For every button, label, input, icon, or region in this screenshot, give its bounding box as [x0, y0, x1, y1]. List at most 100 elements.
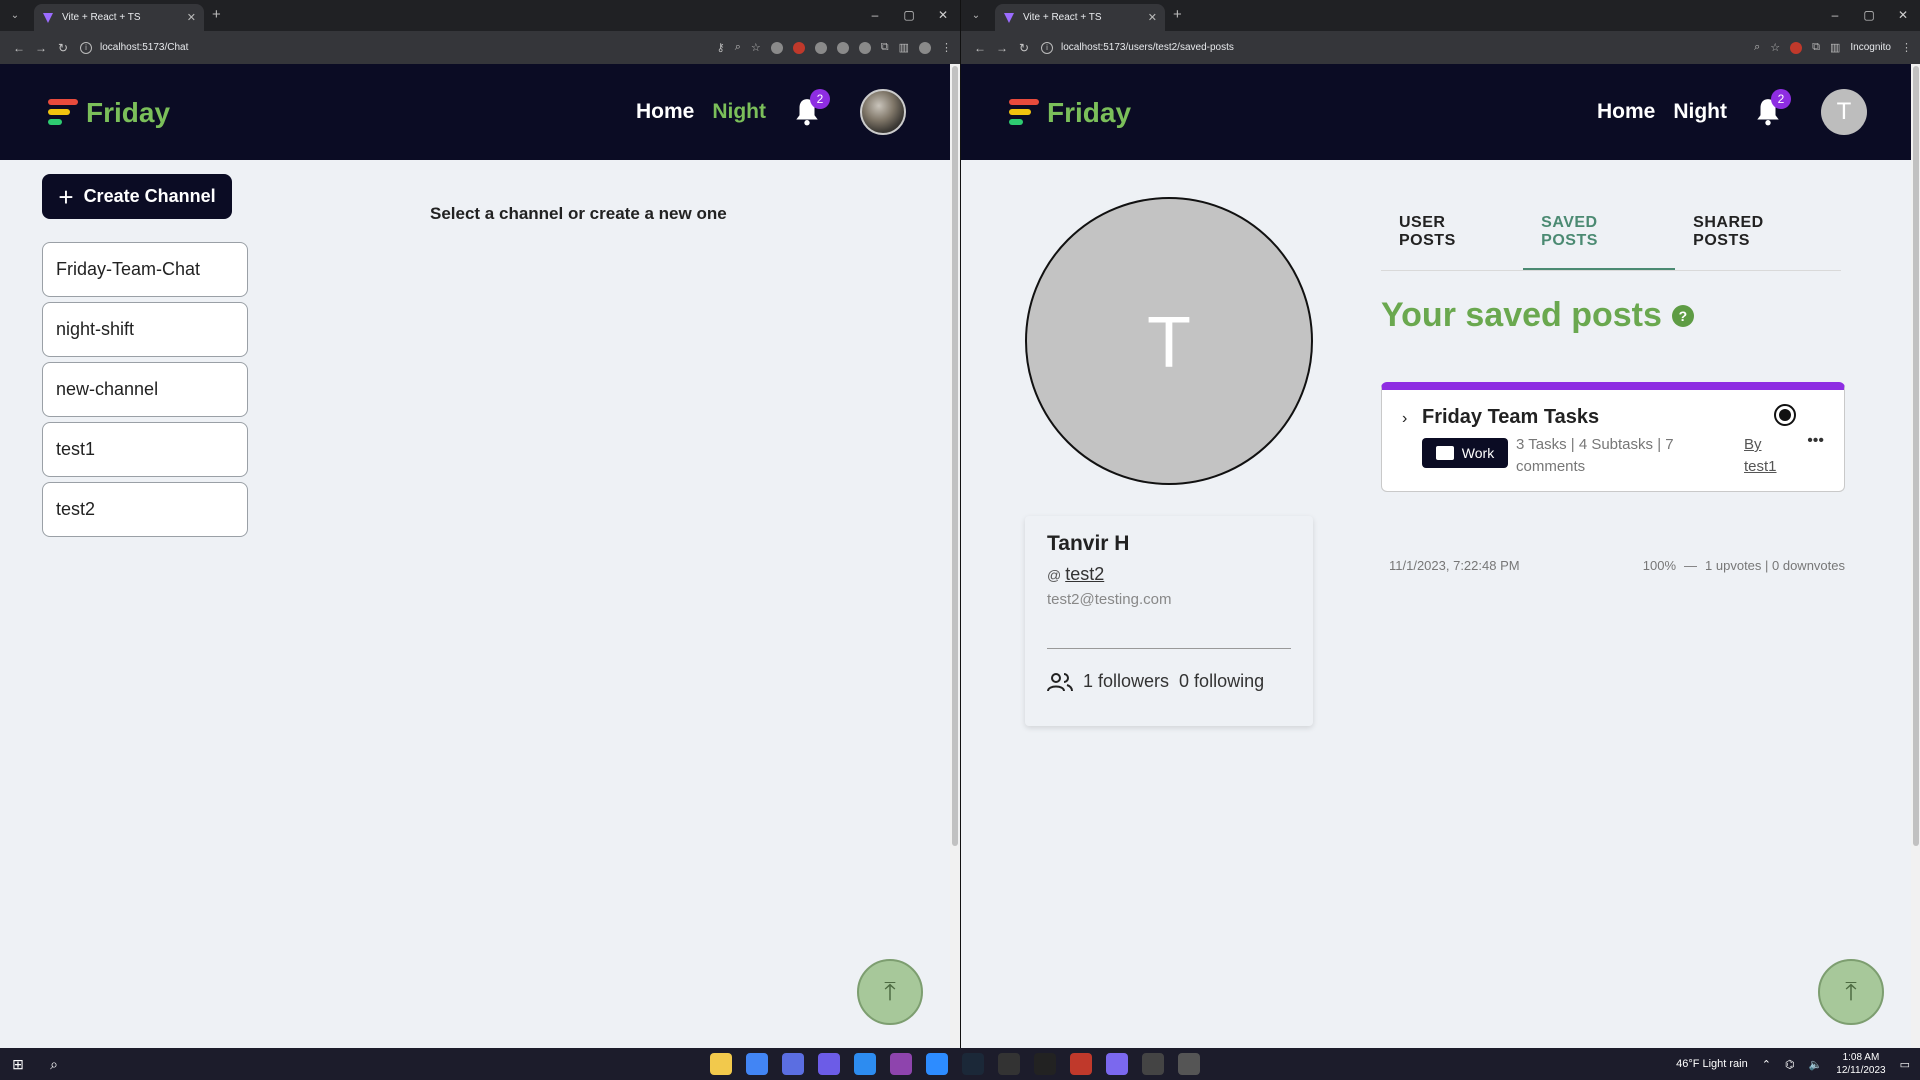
profile-name: Tanvir H	[1047, 532, 1130, 555]
address-bar[interactable]: i localhost:5173/users/test2/saved-posts	[1041, 36, 1621, 60]
extensions-puzzle-icon[interactable]: ⧉	[1812, 41, 1820, 54]
username-link[interactable]: test2	[1065, 564, 1104, 584]
close-window-icon[interactable]: ✕	[1886, 0, 1920, 31]
nav-night-link[interactable]: Night	[1673, 100, 1727, 124]
extension-icon[interactable]	[814, 41, 827, 54]
vertical-scrollbar[interactable]	[1911, 64, 1920, 1048]
tab-close-icon[interactable]: ✕	[1148, 11, 1157, 24]
followers-count[interactable]: 1 followers	[1083, 671, 1169, 692]
windows-start-icon[interactable]: ⊞	[0, 1056, 36, 1073]
weather-widget[interactable]: 46°F Light rain	[1676, 1058, 1748, 1070]
channel-item[interactable]: night-shift	[42, 302, 248, 357]
logo[interactable]: Friday	[48, 97, 170, 129]
notification-bell[interactable]: 2	[794, 89, 830, 127]
extension-icon[interactable]	[792, 41, 805, 54]
tab-shared-posts[interactable]: SHARED POSTS	[1675, 194, 1841, 270]
bookmark-star-icon[interactable]: ☆	[1770, 41, 1780, 54]
network-icon[interactable]: ⌬	[1785, 1058, 1795, 1071]
app-icon[interactable]	[818, 1053, 840, 1075]
help-icon[interactable]: ?	[1671, 304, 1694, 327]
scroll-to-top-button[interactable]: ⤒	[857, 959, 923, 1025]
tab-close-icon[interactable]: ✕	[187, 11, 196, 24]
channel-item[interactable]: Friday-Team-Chat	[42, 242, 248, 297]
site-info-icon[interactable]: i	[80, 41, 92, 54]
browser-tab[interactable]: Vite + React + TS ✕	[34, 4, 204, 31]
store-icon[interactable]	[782, 1053, 804, 1075]
incognito-indicator[interactable]: Incognito	[1850, 42, 1891, 53]
zoom-icon[interactable]: ⌕	[1754, 41, 1760, 54]
extension-icon[interactable]	[1790, 41, 1803, 54]
chrome-icon[interactable]	[746, 1053, 768, 1075]
scroll-to-top-button[interactable]: ⤒	[1818, 959, 1884, 1025]
channel-item[interactable]: test2	[42, 482, 248, 537]
address-bar[interactable]: i localhost:5173/Chat	[80, 36, 660, 60]
close-window-icon[interactable]: ✕	[926, 0, 960, 31]
forward-icon[interactable]: →	[30, 41, 52, 55]
reload-icon[interactable]: ↻	[1013, 41, 1035, 55]
nav-home-link[interactable]: Home	[1597, 100, 1655, 124]
more-options-icon[interactable]: •••	[1807, 432, 1824, 450]
side-panel-icon[interactable]: ▥	[1830, 41, 1840, 54]
volume-icon[interactable]: 🔈	[1809, 1058, 1823, 1071]
nav-night-link[interactable]: Night	[712, 100, 766, 124]
new-tab-icon[interactable]: +	[1173, 7, 1182, 22]
back-icon[interactable]: ←	[969, 41, 991, 55]
extension-icon[interactable]	[770, 41, 783, 54]
zoom-app-icon[interactable]	[926, 1053, 948, 1075]
app-icon[interactable]	[1070, 1053, 1092, 1075]
post-title[interactable]: Friday Team Tasks	[1422, 406, 1599, 429]
notification-bell[interactable]: 2	[1755, 89, 1791, 127]
file-explorer-icon[interactable]	[710, 1053, 732, 1075]
maximize-icon[interactable]: ▢	[892, 0, 926, 31]
menu-kebab-icon[interactable]: ⋮	[941, 41, 952, 54]
create-channel-button[interactable]: + Create Channel	[42, 174, 232, 219]
logo[interactable]: Friday	[1009, 97, 1131, 129]
vertical-scrollbar[interactable]	[950, 64, 960, 1048]
chat-app: Friday Home Night 2 + Create Channel Fri…	[0, 64, 960, 1048]
clock[interactable]: 1:08 AM 12/11/2023	[1836, 1051, 1885, 1077]
extensions-puzzle-icon[interactable]: ⧉	[881, 41, 889, 54]
search-icon[interactable]: ⌕	[36, 1056, 72, 1073]
tab-search-icon[interactable]: ⌄	[967, 7, 985, 25]
zoom-icon[interactable]: ⌕	[735, 41, 741, 54]
chevron-right-icon[interactable]: ›	[1402, 410, 1407, 428]
back-icon[interactable]: ←	[8, 41, 30, 55]
extension-icon[interactable]	[836, 41, 849, 54]
new-tab-icon[interactable]: +	[212, 7, 221, 22]
post-author-link[interactable]: By test1	[1744, 434, 1794, 478]
app-icon[interactable]	[998, 1053, 1020, 1075]
notification-center-icon[interactable]: ▭	[1900, 1058, 1910, 1071]
user-avatar[interactable]: T	[1821, 89, 1867, 135]
post-card[interactable]: › Friday Team Tasks Work 3 Tasks | 4 Sub…	[1381, 382, 1845, 492]
steam-icon[interactable]	[962, 1053, 984, 1075]
extension-icon[interactable]	[858, 41, 871, 54]
side-panel-icon[interactable]: ▥	[899, 41, 909, 54]
x-app-icon[interactable]	[1034, 1053, 1056, 1075]
browser-tab[interactable]: Vite + React + TS ✕	[995, 4, 1165, 31]
channel-item[interactable]: new-channel	[42, 362, 248, 417]
minimize-icon[interactable]: –	[858, 0, 892, 31]
tab-search-icon[interactable]: ⌄	[6, 7, 24, 25]
forward-icon[interactable]: →	[991, 41, 1013, 55]
app-icon[interactable]	[890, 1053, 912, 1075]
site-info-icon[interactable]: i	[1041, 41, 1053, 54]
tray-chevron-icon[interactable]: ⌃	[1762, 1058, 1771, 1071]
tab-saved-posts[interactable]: SAVED POSTS	[1523, 194, 1676, 270]
minimize-icon[interactable]: –	[1818, 0, 1852, 31]
channel-item[interactable]: test1	[42, 422, 248, 477]
profile-icon[interactable]	[919, 41, 931, 54]
password-key-icon[interactable]: ⚷	[717, 41, 725, 54]
app-icon[interactable]	[1106, 1053, 1128, 1075]
app-icon[interactable]	[1142, 1053, 1164, 1075]
menu-kebab-icon[interactable]: ⋮	[1901, 41, 1912, 54]
tab-user-posts[interactable]: USER POSTS	[1381, 194, 1523, 270]
post-meta: 3 Tasks | 4 Subtasks | 7 comments	[1516, 436, 1674, 475]
bookmark-star-icon[interactable]: ☆	[751, 41, 761, 54]
following-count[interactable]: 0 following	[1179, 671, 1264, 692]
reload-icon[interactable]: ↻	[52, 41, 74, 55]
maximize-icon[interactable]: ▢	[1852, 0, 1886, 31]
app-icon[interactable]	[1178, 1053, 1200, 1075]
vscode-icon[interactable]	[854, 1053, 876, 1075]
nav-home-link[interactable]: Home	[636, 100, 694, 124]
user-avatar[interactable]	[860, 89, 906, 135]
